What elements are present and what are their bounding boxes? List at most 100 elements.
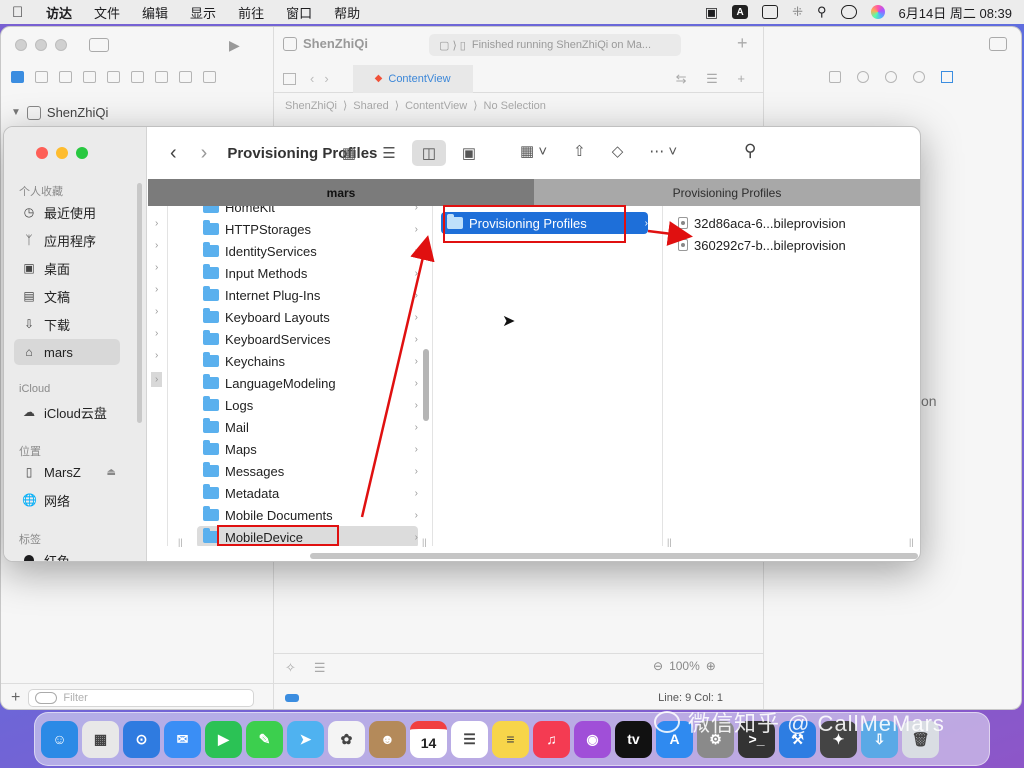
more-actions-icon[interactable]: ⋯ ˅: [649, 142, 677, 160]
spotlight-search-icon[interactable]: ⚲: [817, 4, 827, 20]
breakpoint-navigator-icon[interactable]: [179, 71, 192, 83]
wifi-icon[interactable]: ⁜: [792, 4, 803, 20]
menu-file[interactable]: 文件: [94, 3, 120, 22]
game-controller-icon[interactable]: ▣: [705, 4, 718, 21]
sidebar-scrollbar[interactable]: [137, 183, 142, 423]
debug-navigator-icon[interactable]: [155, 71, 168, 83]
editor-options-icon[interactable]: ⇆ ☰ +: [676, 71, 753, 87]
horizontal-scrollbar[interactable]: [310, 553, 918, 559]
back-forward-icon[interactable]: ‹›: [310, 71, 339, 86]
crumb-project[interactable]: ShenZhiQi: [285, 100, 337, 112]
maps-icon[interactable]: ➤: [287, 720, 324, 758]
list-item[interactable]: Keychains ›: [197, 350, 418, 372]
crumb-selection[interactable]: No Selection: [484, 100, 546, 112]
new-tab-icon[interactable]: +: [920, 179, 921, 206]
attributes-inspector-icon[interactable]: [941, 71, 953, 83]
list-item[interactable]: Metadata ›: [197, 482, 418, 504]
list-item[interactable]: Mail ›: [197, 416, 418, 438]
sidebar-item-tag-red[interactable]: 红色: [14, 547, 120, 561]
tag-icon[interactable]: ◇: [612, 142, 624, 160]
eject-icon[interactable]: ⏏: [107, 467, 116, 478]
zoom-button[interactable]: [55, 39, 67, 51]
list-item[interactable]: 360292c7-b...bileprovision: [672, 234, 907, 256]
calendar-icon[interactable]: 14: [410, 720, 447, 758]
navigator-toggle-icon[interactable]: [89, 38, 109, 52]
column-resize-handle[interactable]: ||: [667, 537, 672, 547]
column-view-icon[interactable]: ◫: [412, 140, 446, 166]
list-item[interactable]: Internet Plug-Ins ›: [197, 284, 418, 306]
history-inspector-icon[interactable]: [857, 71, 869, 83]
siri-icon[interactable]: [870, 5, 885, 19]
gallery-view-icon[interactable]: ▣: [452, 140, 486, 166]
list-view-icon[interactable]: ☰: [372, 140, 406, 166]
menubar-clock[interactable]: 6月14日 周二 08:39: [899, 3, 1012, 22]
project-navigator-icon[interactable]: [11, 71, 24, 83]
pin-icon[interactable]: ✧: [285, 660, 296, 676]
search-icon[interactable]: ⚲: [744, 141, 756, 161]
contacts-icon[interactable]: ☻: [369, 720, 406, 758]
input-method-icon[interactable]: A: [732, 5, 749, 19]
issue-navigator-icon[interactable]: [107, 71, 120, 83]
breakpoints-icon[interactable]: [285, 693, 299, 702]
sidebar-item-home[interactable]: ⌂ mars: [14, 339, 120, 365]
column-resize-handle[interactable]: ||: [909, 537, 914, 547]
filter-input[interactable]: Filter: [28, 688, 255, 707]
sidebar-item-recents[interactable]: ◷ 最近使用: [14, 199, 120, 225]
group-by-icon[interactable]: ▦ ˅: [520, 142, 547, 160]
list-item[interactable]: Mobile Documents ›: [197, 504, 418, 526]
messages-icon[interactable]: ✎: [246, 720, 283, 758]
mail-icon[interactable]: ✉: [164, 720, 201, 758]
sidebar-item-network[interactable]: 🌐 网络: [14, 487, 120, 513]
column-resize-handle[interactable]: ||: [178, 537, 183, 547]
symbol-navigator-icon[interactable]: [59, 71, 72, 83]
launchpad-icon[interactable]: ▦: [82, 720, 119, 758]
reminders-icon[interactable]: ☰: [451, 720, 488, 758]
menu-app-name[interactable]: 访达: [46, 3, 72, 22]
apple-menu-icon[interactable]: : [12, 4, 28, 21]
list-item[interactable]: Messages ›: [197, 460, 418, 482]
menu-edit[interactable]: 编辑: [142, 3, 168, 22]
safari-icon[interactable]: ⊙: [123, 720, 160, 758]
minimize-button[interactable]: [35, 39, 47, 51]
list-item[interactable]: Keyboard Layouts ›: [197, 306, 418, 328]
file-inspector-icon[interactable]: [829, 71, 841, 83]
list-item[interactable]: IdentityServices ›: [197, 240, 418, 262]
disclosure-chevron-icon[interactable]: ▼: [11, 107, 21, 118]
list-item[interactable]: HTTPStorages ›: [197, 218, 418, 240]
photos-icon[interactable]: ✿: [328, 720, 365, 758]
menu-view[interactable]: 显示: [190, 3, 216, 22]
variants-icon[interactable]: ☰: [314, 660, 326, 676]
run-icon[interactable]: ▶: [229, 37, 240, 54]
tab-provisioning-profiles[interactable]: Provisioning Profiles: [534, 179, 920, 206]
sidebar-item-icloud-drive[interactable]: ☁ iCloud云盘: [14, 399, 120, 425]
sidebar-item-documents[interactable]: ▤ 文稿: [14, 283, 120, 309]
project-tree-root[interactable]: ▼ ShenZhiQi: [11, 105, 108, 120]
filter-options-icon[interactable]: [35, 691, 58, 704]
screen-mirroring-icon[interactable]: [762, 5, 779, 19]
tab-contentview[interactable]: ◆ ContentView: [352, 64, 473, 93]
menu-go[interactable]: 前往: [238, 3, 264, 22]
tab-mars[interactable]: mars: [148, 179, 534, 206]
share-icon[interactable]: ⇧: [573, 142, 586, 160]
related-items-icon[interactable]: [283, 72, 296, 85]
source-control-icon[interactable]: [35, 71, 48, 83]
facetime-icon[interactable]: ▶: [205, 720, 242, 758]
back-button[interactable]: ‹: [170, 142, 177, 165]
xcode-activity-status[interactable]: ▢ ⟩ ▯ Finished running ShenZhiQi on Ma..…: [429, 34, 681, 56]
menu-help[interactable]: 帮助: [334, 3, 360, 22]
list-item[interactable]: HomeKit ›: [197, 206, 418, 218]
tv-icon[interactable]: tv: [615, 720, 652, 758]
help-inspector-icon[interactable]: [885, 71, 897, 83]
list-item[interactable]: Logs ›: [197, 394, 418, 416]
sidebar-item-applications[interactable]: ᛉ 应用程序: [14, 227, 120, 253]
list-item[interactable]: Input Methods ›: [197, 262, 418, 284]
test-navigator-icon[interactable]: [131, 71, 144, 83]
music-icon[interactable]: ♫: [533, 720, 570, 758]
report-navigator-icon[interactable]: [203, 71, 216, 83]
list-item[interactable]: Maps ›: [197, 438, 418, 460]
crumb-folder[interactable]: Shared: [353, 100, 388, 112]
notes-icon[interactable]: ≡: [492, 720, 529, 758]
add-tab-icon[interactable]: +: [737, 33, 748, 54]
crumb-file[interactable]: ContentView: [405, 100, 467, 112]
sidebar-item-downloads[interactable]: ⇩ 下载: [14, 311, 120, 337]
